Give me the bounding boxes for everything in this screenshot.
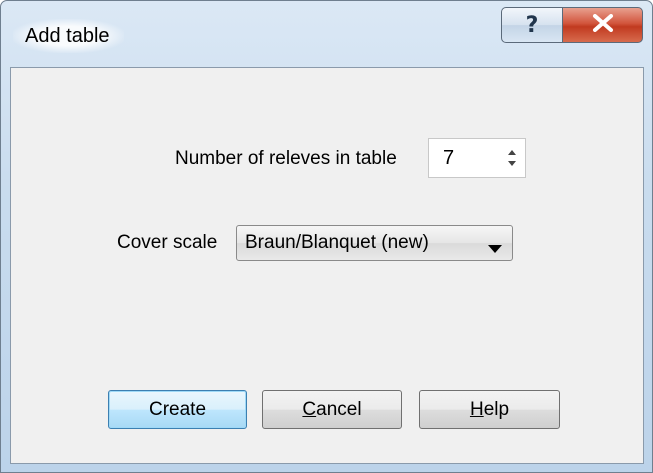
- dialog-body: Number of releves in table 7 Cover scale…: [10, 67, 644, 464]
- help-caption-button[interactable]: ?: [501, 7, 563, 43]
- close-x-icon: [592, 13, 614, 37]
- help-mnemonic: H: [469, 398, 484, 420]
- title-bar[interactable]: Add table ?: [1, 1, 652, 67]
- cover-scale-label: Cover scale: [117, 232, 218, 253]
- help-button[interactable]: Help: [419, 390, 560, 429]
- spin-updown-icon[interactable]: [503, 145, 521, 171]
- cover-scale-selected-value: Braun/Blanquet (new): [245, 232, 429, 253]
- window-title: Add table: [13, 19, 124, 53]
- create-button[interactable]: Create: [108, 390, 247, 429]
- help-button-label: elp: [483, 398, 510, 420]
- releves-count-value[interactable]: 7: [443, 147, 454, 170]
- cancel-button-label: ancel: [316, 398, 362, 420]
- create-button-label: Create: [148, 398, 207, 420]
- cover-scale-dropdown[interactable]: Braun/Blanquet (new): [236, 225, 513, 261]
- cancel-button[interactable]: Cancel: [262, 390, 402, 429]
- chevron-down-icon[interactable]: [488, 240, 502, 258]
- releves-count-label: Number of releves in table: [175, 148, 397, 169]
- add-table-dialog: Add table ? Number of releves in table 7…: [0, 0, 653, 473]
- question-mark-icon: ?: [525, 12, 539, 38]
- close-caption-button[interactable]: [562, 7, 643, 43]
- cancel-mnemonic: C: [302, 398, 317, 420]
- releves-count-spinbox[interactable]: 7: [428, 138, 526, 178]
